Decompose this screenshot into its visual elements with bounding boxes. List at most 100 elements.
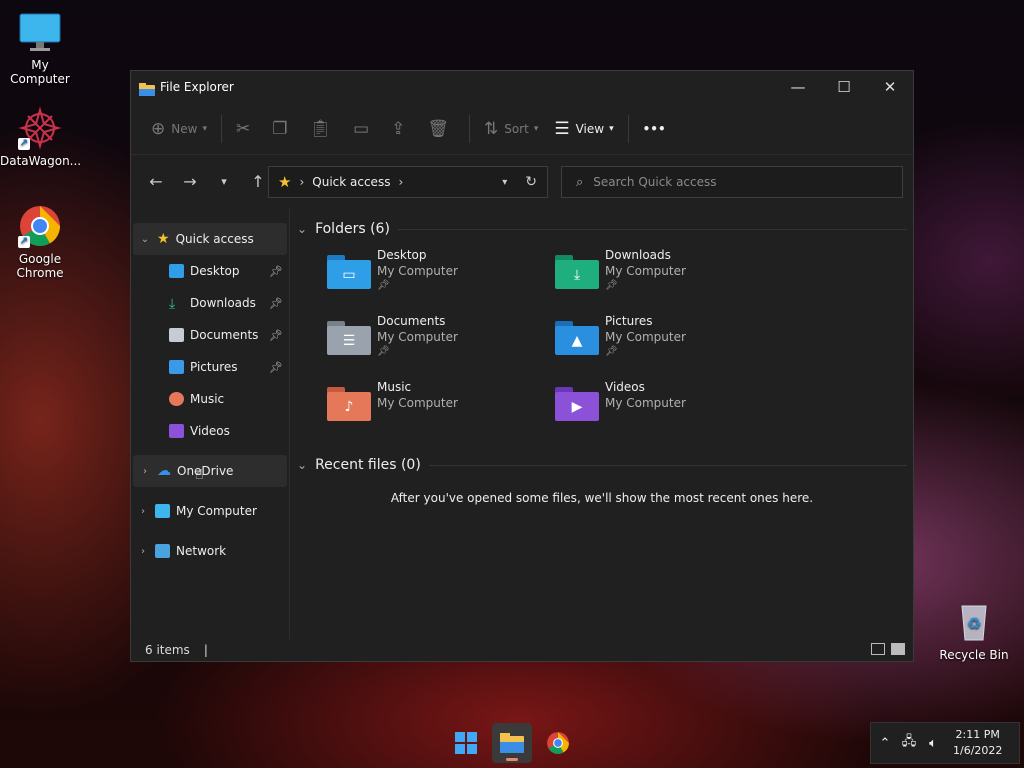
new-button[interactable]: ⊕ New ▾	[143, 112, 215, 146]
folder-location: My Computer	[605, 264, 686, 278]
trash-icon: 🗑︎	[427, 118, 449, 139]
desktop-icon-recycle-bin[interactable]: ♻ Recycle Bin	[934, 600, 1014, 662]
back-arrow-icon[interactable]: ←	[139, 172, 173, 191]
video-icon	[169, 424, 184, 438]
document-icon	[169, 328, 184, 342]
monitor-icon	[155, 504, 170, 518]
nav-item-videos[interactable]: Videos	[131, 415, 289, 447]
folder-name: Pictures	[605, 314, 653, 328]
shortcut-arrow-icon: ↗	[18, 236, 30, 248]
chevron-down-icon[interactable]: ⌄	[297, 222, 307, 236]
minimize-button[interactable]: —	[775, 71, 821, 103]
folder-name: Music	[377, 380, 412, 394]
folder-tile-music[interactable]: ♪ Music My Computer	[327, 377, 555, 443]
nav-item-network[interactable]: › Network	[131, 535, 289, 567]
status-bar: 6 items |	[131, 639, 913, 661]
close-button[interactable]: ✕	[867, 71, 913, 103]
new-label: New	[171, 121, 198, 136]
folders-header-label: Folders (6)	[315, 221, 390, 237]
maximize-button[interactable]: ☐	[821, 71, 867, 103]
share-button[interactable]: ⇪	[383, 112, 419, 146]
refresh-icon[interactable]: ↻	[525, 174, 537, 190]
status-separator: |	[203, 643, 208, 657]
taskbar-chrome[interactable]	[538, 723, 578, 763]
chevron-down-icon: ▾	[202, 123, 207, 134]
folder-tile-documents[interactable]: ☰ Documents My Computer 📌︎	[327, 311, 555, 377]
nav-item-quick-access[interactable]: ⌄ ★ Quick access	[133, 223, 287, 255]
clipboard-icon: 📋︎	[309, 118, 332, 139]
large-icons-view-icon[interactable]	[891, 643, 905, 655]
plus-circle-icon: ⊕	[151, 118, 166, 139]
clock-date: 1/6/2022	[953, 744, 1003, 757]
chevron-right-icon[interactable]: ›	[133, 466, 157, 477]
desktop-icon-datawagon[interactable]: ↗ DataWagon...	[0, 106, 81, 168]
pin-icon: 📌︎	[269, 296, 283, 310]
nav-item-my-computer[interactable]: › My Computer	[131, 495, 289, 527]
folder-tile-pictures[interactable]: ▲ Pictures My Computer 📌︎	[555, 311, 783, 377]
recent-files-section-header[interactable]: ⌄ Recent files (0)	[291, 449, 913, 481]
search-box[interactable]: ⌕ Search Quick access	[561, 166, 903, 198]
paste-button[interactable]: 📋︎	[301, 112, 345, 146]
desktop-icon-label: Google Chrome	[16, 252, 64, 280]
address-bar[interactable]: ★ › Quick access › ▾ ↻	[268, 166, 548, 198]
volume-icon[interactable]: 🔈︎	[921, 736, 945, 751]
search-icon: ⌕	[576, 174, 584, 190]
clock[interactable]: 2:11 PM 1/6/2022	[953, 727, 1002, 759]
chevron-down-icon[interactable]: ⌄	[297, 458, 307, 472]
download-arrow-icon: ⤓	[169, 296, 176, 312]
folder-tile-downloads[interactable]: ⤓ Downloads My Computer 📌︎	[555, 245, 783, 311]
network-icon[interactable]: 🖧︎	[897, 732, 921, 754]
windows-logo-icon	[455, 732, 477, 754]
sort-button[interactable]: ⇅ Sort ▾	[476, 112, 546, 146]
nav-item-downloads[interactable]: ⤓ Downloads 📌︎	[131, 287, 289, 319]
nav-item-music[interactable]: Music	[131, 383, 289, 415]
breadcrumb-separator-icon: ›	[299, 175, 305, 189]
title-bar[interactable]: File Explorer — ☐ ✕	[131, 71, 913, 103]
start-button[interactable]	[446, 723, 486, 763]
nav-item-label: Desktop	[190, 264, 240, 278]
file-explorer-icon	[139, 81, 155, 96]
divider	[397, 228, 907, 230]
more-options-button[interactable]: •••	[635, 112, 674, 146]
folders-section-header[interactable]: ⌄ Folders (6)	[291, 213, 913, 245]
show-hidden-icons-chevron-icon[interactable]: ⌃	[873, 736, 897, 751]
videos-folder-icon: ▶	[555, 387, 599, 421]
divider	[428, 464, 907, 466]
desktop-icon-my-computer[interactable]: My Computer	[0, 10, 80, 86]
svg-text:♻: ♻	[967, 614, 981, 633]
breadcrumb-quick-access[interactable]: Quick access	[312, 175, 390, 189]
delete-button[interactable]: 🗑︎	[419, 112, 463, 146]
taskbar-file-explorer[interactable]	[492, 723, 532, 763]
scissors-icon: ✂	[235, 118, 251, 139]
nav-item-documents[interactable]: Documents 📌︎	[131, 319, 289, 351]
chevron-right-icon[interactable]: ›	[131, 546, 155, 557]
folder-location: My Computer	[605, 330, 686, 344]
cut-button[interactable]: ✂	[228, 112, 264, 146]
recycle-bin-icon: ♻	[952, 600, 996, 644]
cloud-icon: ☁	[157, 463, 171, 479]
address-history-chevron-icon[interactable]: ▾	[502, 177, 507, 188]
nav-item-desktop[interactable]: Desktop 📌︎	[131, 255, 289, 287]
details-view-icon[interactable]	[871, 643, 885, 655]
copy-button[interactable]: ❐	[264, 112, 301, 146]
nav-item-pictures[interactable]: Pictures 📌︎	[131, 351, 289, 383]
folder-tile-desktop[interactable]: ▭ Desktop My Computer 📌︎	[327, 245, 555, 311]
picture-icon	[169, 360, 184, 374]
folder-location: My Computer	[377, 330, 458, 344]
nav-item-onedrive[interactable]: › ☁ OneDrive ☝	[133, 455, 287, 487]
folder-location: My Computer	[377, 396, 458, 410]
file-explorer-window[interactable]: File Explorer — ☐ ✕ ⊕ New ▾ ✂ ❐ 📋︎ ▭ ⇪ 🗑…	[130, 70, 914, 662]
desktop-icon-label: Recycle Bin	[939, 648, 1009, 662]
sort-label: Sort	[504, 121, 529, 136]
shortcut-arrow-icon: ↗	[18, 138, 30, 150]
rename-button[interactable]: ▭	[345, 112, 383, 146]
downloads-folder-icon: ⤓	[555, 255, 599, 289]
chevron-down-icon[interactable]: ⌄	[133, 234, 157, 245]
folder-tile-videos[interactable]: ▶ Videos My Computer	[555, 377, 783, 443]
desktop-icon-google-chrome[interactable]: ↗ Google Chrome	[0, 204, 80, 280]
view-button[interactable]: ☰ View ▾	[546, 112, 621, 146]
chevron-right-icon[interactable]: ›	[131, 506, 155, 517]
forward-arrow-icon[interactable]: →	[173, 172, 207, 191]
recent-locations-chevron-icon[interactable]: ▾	[207, 175, 241, 188]
search-input[interactable]: Search Quick access	[593, 175, 716, 189]
